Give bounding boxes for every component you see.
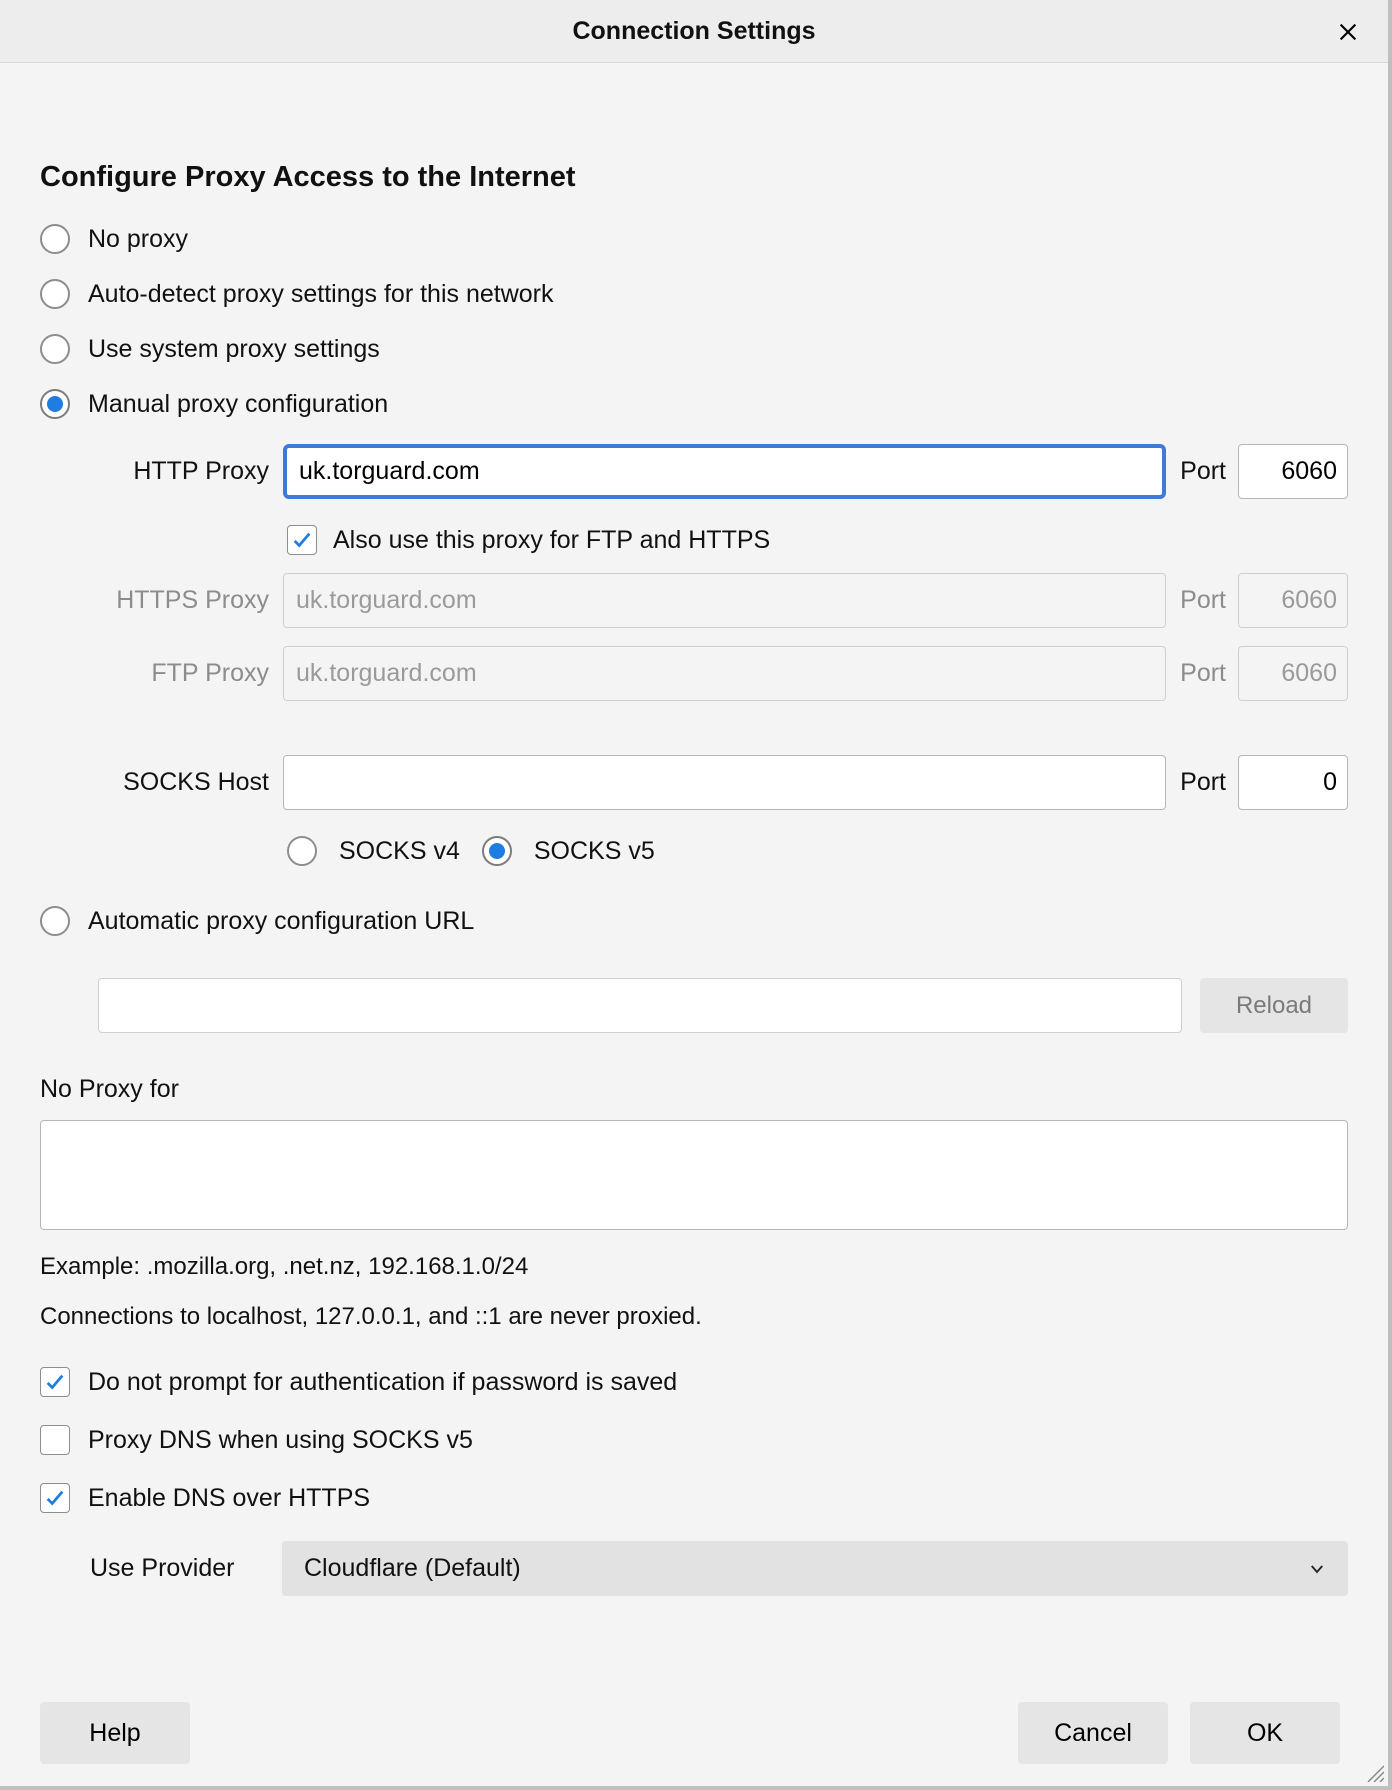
radio-manual-proxy[interactable]: [40, 389, 70, 419]
no-proxy-note: Connections to localhost, 127.0.0.1, and…: [40, 1303, 1348, 1331]
socks-host-input[interactable]: [283, 755, 1166, 810]
proxy-dns-socks5-label: Proxy DNS when using SOCKS v5: [88, 1426, 473, 1455]
titlebar: Connection Settings: [0, 0, 1388, 63]
radio-system-proxy-label: Use system proxy settings: [88, 335, 380, 364]
resize-grip-icon[interactable]: [1364, 1762, 1384, 1782]
ok-button[interactable]: OK: [1190, 1702, 1340, 1764]
ftp-proxy-port-input: [1238, 646, 1348, 701]
radio-socks-v4[interactable]: [287, 836, 317, 866]
radio-manual-proxy-label: Manual proxy configuration: [88, 390, 388, 419]
section-heading: Configure Proxy Access to the Internet: [40, 161, 1348, 194]
socks-port-label: Port: [1172, 768, 1232, 797]
http-port-label: Port: [1172, 457, 1232, 486]
http-proxy-port-input[interactable]: [1238, 444, 1348, 499]
http-proxy-label: HTTP Proxy: [72, 457, 277, 486]
radio-auto-config-url-label: Automatic proxy configuration URL: [88, 907, 474, 936]
ftp-proxy-label: FTP Proxy: [72, 659, 277, 688]
connection-settings-dialog: Connection Settings Configure Proxy Acce…: [0, 0, 1392, 1790]
manual-proxy-block: HTTP Proxy Port Also use this proxy for …: [72, 444, 1348, 866]
ftp-port-label: Port: [1172, 659, 1232, 688]
check-icon: [291, 529, 313, 551]
radio-no-proxy-label: No proxy: [88, 225, 188, 254]
auto-config-url-input: [98, 978, 1182, 1033]
radio-no-proxy[interactable]: [40, 224, 70, 254]
close-icon: [1337, 21, 1359, 43]
radio-socks-v5[interactable]: [482, 836, 512, 866]
share-proxy-checkbox-label: Also use this proxy for FTP and HTTPS: [333, 526, 770, 555]
cancel-button[interactable]: Cancel: [1018, 1702, 1168, 1764]
share-proxy-checkbox[interactable]: [287, 525, 317, 555]
no-auth-prompt-label: Do not prompt for authentication if pass…: [88, 1368, 677, 1397]
https-proxy-host-input: [283, 573, 1166, 628]
socks-port-input[interactable]: [1238, 755, 1348, 810]
check-icon: [44, 1487, 66, 1509]
reload-button: Reload: [1200, 978, 1348, 1033]
no-auth-prompt-checkbox[interactable]: [40, 1367, 70, 1397]
radio-auto-detect[interactable]: [40, 279, 70, 309]
https-proxy-label: HTTPS Proxy: [72, 586, 277, 615]
chevron-down-icon: [1308, 1560, 1326, 1578]
check-icon: [44, 1371, 66, 1393]
doh-provider-label: Use Provider: [90, 1554, 260, 1583]
enable-doh-label: Enable DNS over HTTPS: [88, 1484, 370, 1513]
https-port-label: Port: [1172, 586, 1232, 615]
no-proxy-for-textarea[interactable]: [40, 1120, 1348, 1230]
socks-host-label: SOCKS Host: [72, 768, 277, 797]
radio-socks-v5-label: SOCKS v5: [534, 837, 655, 866]
enable-doh-checkbox[interactable]: [40, 1483, 70, 1513]
proxy-dns-socks5-checkbox[interactable]: [40, 1425, 70, 1455]
radio-auto-config-url[interactable]: [40, 906, 70, 936]
no-proxy-example: Example: .mozilla.org, .net.nz, 192.168.…: [40, 1253, 1348, 1281]
radio-socks-v4-label: SOCKS v4: [339, 837, 460, 866]
ftp-proxy-host-input: [283, 646, 1166, 701]
close-button[interactable]: [1332, 16, 1364, 48]
dialog-title: Connection Settings: [572, 17, 815, 46]
radio-auto-detect-label: Auto-detect proxy settings for this netw…: [88, 280, 554, 309]
no-proxy-for-label: No Proxy for: [40, 1075, 1348, 1104]
http-proxy-host-input[interactable]: [283, 444, 1166, 499]
doh-provider-value: Cloudflare (Default): [304, 1554, 521, 1583]
radio-system-proxy[interactable]: [40, 334, 70, 364]
radio-dot-icon: [489, 843, 505, 859]
doh-provider-select[interactable]: Cloudflare (Default): [282, 1541, 1348, 1596]
radio-dot-icon: [47, 396, 63, 412]
dialog-footer: Help Cancel OK: [40, 1702, 1340, 1764]
help-button[interactable]: Help: [40, 1702, 190, 1764]
https-proxy-port-input: [1238, 573, 1348, 628]
